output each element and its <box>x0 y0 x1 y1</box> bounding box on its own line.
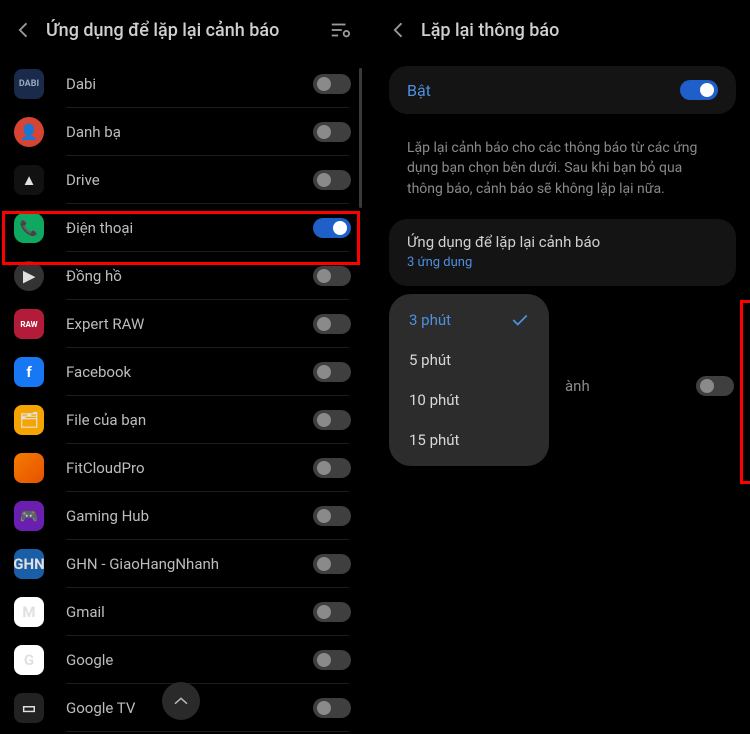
enable-card: Bật <box>389 66 736 114</box>
app-toggle[interactable] <box>313 698 351 718</box>
flash-label: ành <box>565 377 590 395</box>
gtv-icon: ▭ <box>14 693 44 723</box>
right-panel: Lặp lại thông báo Bật Lặp lại cảnh báo c… <box>365 0 750 734</box>
left-title: Ứng dụng để lặp lại cảnh báo <box>46 20 317 41</box>
app-name: Đồng hồ <box>66 267 313 285</box>
app-row-drive[interactable]: ▲ Drive <box>6 156 359 204</box>
app-row-dabi[interactable]: DABI Dabi <box>6 60 359 108</box>
app-row-files[interactable]: 🗂 File của bạn <box>6 396 359 444</box>
fb-icon: f <box>14 357 44 387</box>
interval-option-label: 10 phút <box>409 391 459 409</box>
raw-icon: RAW <box>14 309 44 339</box>
interval-option-label: 15 phút <box>409 431 459 449</box>
app-row-phone[interactable]: 📞 Điện thoại <box>6 204 359 252</box>
app-name: Google <box>66 651 313 669</box>
app-toggle[interactable] <box>313 218 351 238</box>
app-name: File của bạn <box>66 411 313 429</box>
flash-toggle[interactable] <box>696 376 734 396</box>
scrollbar[interactable] <box>359 68 362 208</box>
app-list[interactable]: DABI Dabi 👤 Danh bạ ▲ Drive 📞 Điện thoại ▶ Đồng h… <box>0 60 365 732</box>
app-toggle[interactable] <box>313 362 351 382</box>
app-name: Drive <box>66 171 313 189</box>
app-name: Danh bạ <box>66 123 313 141</box>
right-header: Lặp lại thông báo <box>375 0 750 60</box>
apps-section-title: Ứng dụng để lặp lại cảnh báo <box>407 233 718 251</box>
chevron-up-icon <box>173 696 189 706</box>
dongho-icon: ▶ <box>14 261 44 291</box>
app-row-dongho[interactable]: ▶ Đồng hồ <box>6 252 359 300</box>
app-toggle[interactable] <box>313 602 351 622</box>
check-icon <box>511 314 529 326</box>
interval-dropdown[interactable]: 3 phút 5 phút 10 phút 15 phút <box>389 294 549 466</box>
app-row-fitcloud[interactable]: FitCloudPro <box>6 444 359 492</box>
gmail-icon: M <box>14 597 44 627</box>
app-row-gmail[interactable]: M Gmail <box>6 588 359 636</box>
app-row-google[interactable]: G Google <box>6 636 359 684</box>
enable-label: Bật <box>407 81 431 100</box>
app-name: Dabi <box>66 75 313 93</box>
app-name: FitCloudPro <box>66 459 313 477</box>
highlight-dropdown <box>740 300 750 484</box>
back-icon[interactable] <box>14 20 34 40</box>
enable-toggle[interactable] <box>680 80 718 100</box>
google-icon: G <box>14 645 44 675</box>
gaming-icon: 🎮 <box>14 501 44 531</box>
interval-option[interactable]: 10 phút <box>389 380 549 420</box>
interval-option[interactable]: 3 phút <box>389 300 549 340</box>
app-name: GHN - GiaoHangNhanh <box>66 555 313 573</box>
interval-option-label: 3 phút <box>409 311 451 329</box>
description-text: Lặp lại cảnh báo cho các thông báo từ cá… <box>375 120 750 213</box>
app-row-fb[interactable]: f Facebook <box>6 348 359 396</box>
dabi-icon: DABI <box>14 69 44 99</box>
files-icon: 🗂 <box>14 405 44 435</box>
ghn-icon: GHN <box>14 549 44 579</box>
app-toggle[interactable] <box>313 122 351 142</box>
filter-icon[interactable] <box>329 19 351 41</box>
interval-option-label: 5 phút <box>409 351 451 369</box>
phone-icon: 📞 <box>14 213 44 243</box>
app-toggle[interactable] <box>313 314 351 334</box>
app-toggle[interactable] <box>313 170 351 190</box>
back-icon[interactable] <box>389 20 409 40</box>
interval-option[interactable]: 15 phút <box>389 420 549 460</box>
left-header: Ứng dụng để lặp lại cảnh báo <box>0 0 365 60</box>
app-name: Gaming Hub <box>66 507 313 525</box>
app-row-danhba[interactable]: 👤 Danh bạ <box>6 108 359 156</box>
danhba-icon: 👤 <box>14 117 44 147</box>
app-row-gaming[interactable]: 🎮 Gaming Hub <box>6 492 359 540</box>
apps-section-sub: 3 ứng dụng <box>407 255 718 270</box>
app-name: Facebook <box>66 363 313 381</box>
interval-option[interactable]: 5 phút <box>389 340 549 380</box>
app-name: Điện thoại <box>66 219 313 237</box>
app-row-ghn[interactable]: GHN GHN - GiaoHangNhanh <box>6 540 359 588</box>
right-title: Lặp lại thông báo <box>421 20 736 41</box>
app-row-raw[interactable]: RAW Expert RAW <box>6 300 359 348</box>
app-toggle[interactable] <box>313 410 351 430</box>
divider <box>66 731 349 732</box>
scroll-to-top-button[interactable] <box>162 682 200 720</box>
app-toggle[interactable] <box>313 650 351 670</box>
drive-icon: ▲ <box>14 165 44 195</box>
app-toggle[interactable] <box>313 266 351 286</box>
app-toggle[interactable] <box>313 458 351 478</box>
app-toggle[interactable] <box>313 74 351 94</box>
apps-section-card[interactable]: Ứng dụng để lặp lại cảnh báo 3 ứng dụng <box>389 219 736 286</box>
fitcloud-icon <box>14 453 44 483</box>
app-toggle[interactable] <box>313 554 351 574</box>
app-name: Expert RAW <box>66 315 313 333</box>
app-toggle[interactable] <box>313 506 351 526</box>
left-panel: Ứng dụng để lặp lại cảnh báo DABI Dabi 👤 Da… <box>0 0 365 734</box>
app-name: Gmail <box>66 603 313 621</box>
flash-row: ành <box>565 376 734 396</box>
